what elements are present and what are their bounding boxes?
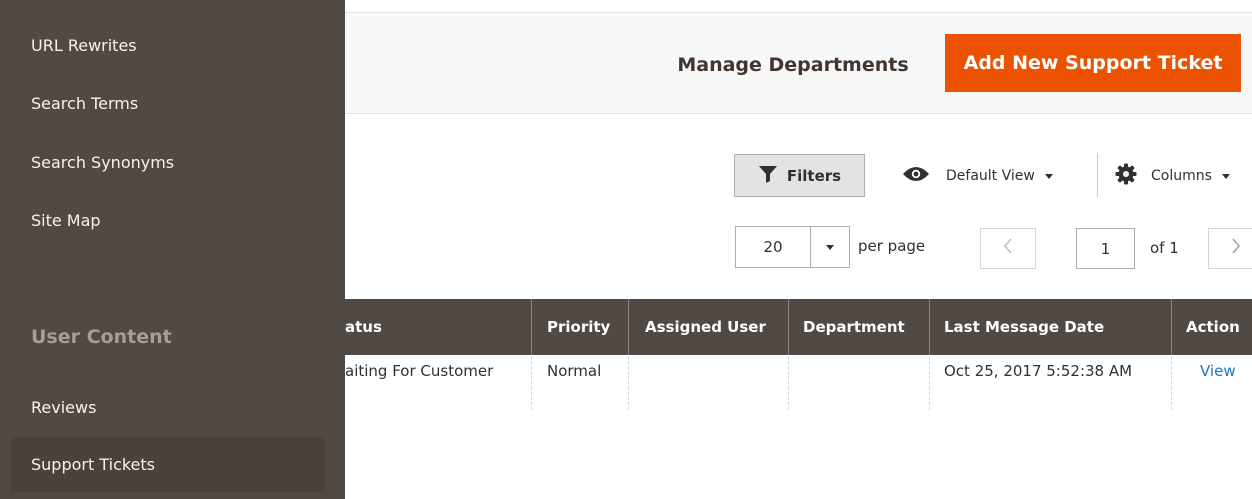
columns-label: Columns: [1151, 168, 1212, 184]
cell-divider: [788, 356, 789, 410]
view-link[interactable]: View: [1200, 362, 1236, 380]
caret-down-icon: [1044, 173, 1053, 179]
per-page-toggle[interactable]: [811, 227, 849, 267]
sidebar-item-site-map[interactable]: Site Map: [31, 211, 101, 230]
previous-page-button[interactable]: [980, 228, 1036, 269]
cell-last-message-date: Oct 25, 2017 5:52:38 AM: [944, 362, 1133, 380]
add-new-support-ticket-button[interactable]: Add New Support Ticket: [945, 34, 1241, 92]
sidebar-item-search-synonyms[interactable]: Search Synonyms: [31, 153, 174, 172]
column-header-last-message-date[interactable]: Last Message Date: [944, 299, 1104, 355]
filters-label: Filters: [786, 166, 842, 185]
admin-submenu-panel: URL Rewrites Search Terms Search Synonym…: [0, 0, 345, 499]
sidebar-item-url-rewrites[interactable]: URL Rewrites: [31, 36, 137, 55]
page-total-label: of 1: [1150, 239, 1179, 257]
gear-icon: [1115, 163, 1137, 189]
default-view-dropdown[interactable]: Default View: [902, 162, 1053, 190]
per-page-value[interactable]: 20: [736, 227, 811, 267]
cell-divider: [628, 356, 629, 410]
column-divider: [929, 299, 930, 355]
manage-departments-button[interactable]: Manage Departments: [662, 36, 924, 93]
cell-divider: [531, 356, 532, 410]
sidebar-item-search-terms[interactable]: Search Terms: [31, 94, 138, 113]
caret-down-icon: [1221, 173, 1230, 179]
chevron-left-icon: [1003, 238, 1013, 259]
column-divider: [788, 299, 789, 355]
cell-divider: [929, 356, 930, 410]
per-page-select[interactable]: 20: [735, 226, 850, 268]
toolbar-divider: [1097, 153, 1098, 197]
sidebar-section-user-content: User Content: [31, 326, 172, 348]
eye-icon: [902, 166, 930, 186]
column-header-assigned-user[interactable]: Assigned User: [645, 299, 766, 355]
cell-divider: [1171, 356, 1172, 410]
page-number-input[interactable]: 1: [1076, 228, 1135, 269]
next-page-button[interactable]: [1208, 228, 1252, 269]
sidebar-item-label: Support Tickets: [31, 455, 156, 474]
column-divider: [531, 299, 532, 355]
sidebar-item-reviews[interactable]: Reviews: [31, 398, 96, 417]
cell-priority: Normal: [547, 362, 602, 380]
table-header: atus Priority Assigned User Department L…: [345, 299, 1252, 355]
sidebar-item-support-tickets[interactable]: Support Tickets: [10, 437, 325, 492]
column-header-action: Action: [1186, 318, 1240, 336]
caret-down-icon: [826, 244, 834, 250]
column-header-priority[interactable]: Priority: [547, 299, 610, 355]
cell-status: aiting For Customer: [345, 362, 494, 380]
default-view-label: Default View: [946, 168, 1035, 184]
per-page-label: per page: [858, 237, 926, 255]
funnel-icon: [758, 165, 778, 187]
filters-button[interactable]: Filters: [734, 154, 865, 197]
column-header-department[interactable]: Department: [803, 299, 905, 355]
column-divider: [628, 299, 629, 355]
columns-dropdown[interactable]: Columns: [1115, 162, 1230, 190]
column-header-status[interactable]: atus: [345, 299, 382, 355]
chevron-right-icon: [1231, 238, 1241, 259]
column-divider: [1171, 299, 1172, 355]
